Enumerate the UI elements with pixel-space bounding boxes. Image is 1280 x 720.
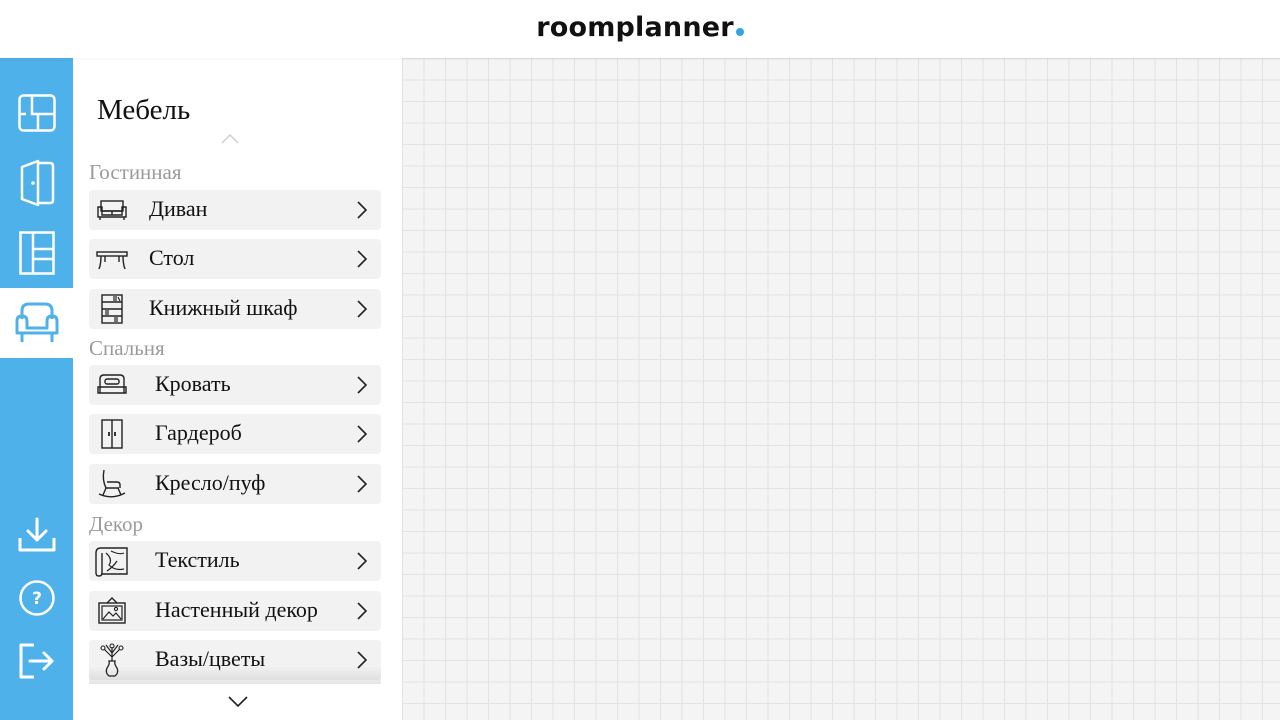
chevron-down-icon xyxy=(227,696,248,708)
item-label: Вазы/цветы xyxy=(155,646,266,671)
rail-button-windows[interactable] xyxy=(0,218,73,288)
item-vases-flowers[interactable]: Вазы/цветы xyxy=(89,640,381,680)
vase-icon xyxy=(100,643,124,677)
logout-icon xyxy=(19,643,53,679)
top-bar: roomplanner xyxy=(0,0,1280,58)
rail-button-logout[interactable] xyxy=(0,626,73,696)
picture-frame-icon xyxy=(98,597,126,624)
section-title-living-room: Гостинная xyxy=(89,160,182,184)
door-icon xyxy=(20,159,54,207)
chevron-right-icon xyxy=(357,250,367,268)
rail-button-help[interactable]: ? xyxy=(0,563,73,633)
wardrobe-icon xyxy=(101,419,123,449)
section-title-decor: Декор xyxy=(89,512,144,536)
item-label: Кровать xyxy=(155,371,231,396)
rail-button-furniture[interactable] xyxy=(0,288,73,358)
table-icon xyxy=(96,251,128,270)
chevron-right-icon xyxy=(357,300,367,318)
item-label: Кресло/пуф xyxy=(155,470,266,495)
help-icon: ? xyxy=(18,580,55,616)
sofa-icon xyxy=(97,200,127,220)
chevron-right-icon xyxy=(357,552,367,570)
item-label: Стол xyxy=(149,245,195,270)
item-wall-decor[interactable]: Настенный декор xyxy=(89,591,381,631)
floor-plan-canvas[interactable] xyxy=(402,58,1280,720)
download-icon xyxy=(18,517,55,552)
svg-text:?: ? xyxy=(32,589,42,609)
chevron-right-icon xyxy=(357,201,367,219)
item-table[interactable]: Стол xyxy=(89,239,381,279)
rail-button-download[interactable] xyxy=(0,500,73,570)
rail-button-floor-plan[interactable] xyxy=(0,78,73,148)
item-label: Книжный шкаф xyxy=(149,295,298,320)
tool-rail: ? xyxy=(0,58,73,720)
panel-title: Мебель xyxy=(97,94,191,126)
floor-plan-icon xyxy=(17,94,56,132)
furniture-panel: Мебель Гостинная Диван Стол Книжный шкаф… xyxy=(73,58,402,720)
chevron-right-icon xyxy=(357,376,367,394)
item-bed[interactable]: Кровать xyxy=(89,365,381,405)
bed-icon xyxy=(97,374,127,394)
item-wardrobe[interactable]: Гардероб xyxy=(89,414,381,454)
chevron-right-icon xyxy=(357,425,367,443)
armchair-icon xyxy=(15,302,58,342)
item-sofa[interactable]: Диван xyxy=(89,190,381,230)
scroll-up-button[interactable] xyxy=(221,132,239,146)
item-label: Гардероб xyxy=(155,420,242,445)
chevron-right-icon xyxy=(357,602,367,620)
chevron-up-icon xyxy=(221,134,239,144)
rail-button-doors[interactable] xyxy=(0,148,73,218)
window-icon xyxy=(18,231,55,275)
item-armchair-pouf[interactable]: Кресло/пуф xyxy=(89,464,381,504)
app-logo[interactable]: roomplanner xyxy=(0,12,1280,43)
scroll-down-button[interactable] xyxy=(73,684,402,720)
bookcase-icon xyxy=(101,294,123,324)
chevron-right-icon xyxy=(357,475,367,493)
logo-dot-icon xyxy=(735,28,744,36)
item-label: Текстиль xyxy=(155,547,240,572)
chevron-right-icon xyxy=(357,651,367,669)
logo-text: roomplanner xyxy=(536,12,734,43)
item-textile[interactable]: Текстиль xyxy=(89,541,381,581)
rug-icon xyxy=(95,547,128,577)
rocking-chair-icon xyxy=(98,469,126,498)
item-label: Диван xyxy=(149,196,208,221)
item-label: Настенный декор xyxy=(155,597,318,622)
item-bookcase[interactable]: Книжный шкаф xyxy=(89,289,381,329)
section-title-bedroom: Спальня xyxy=(89,336,165,360)
